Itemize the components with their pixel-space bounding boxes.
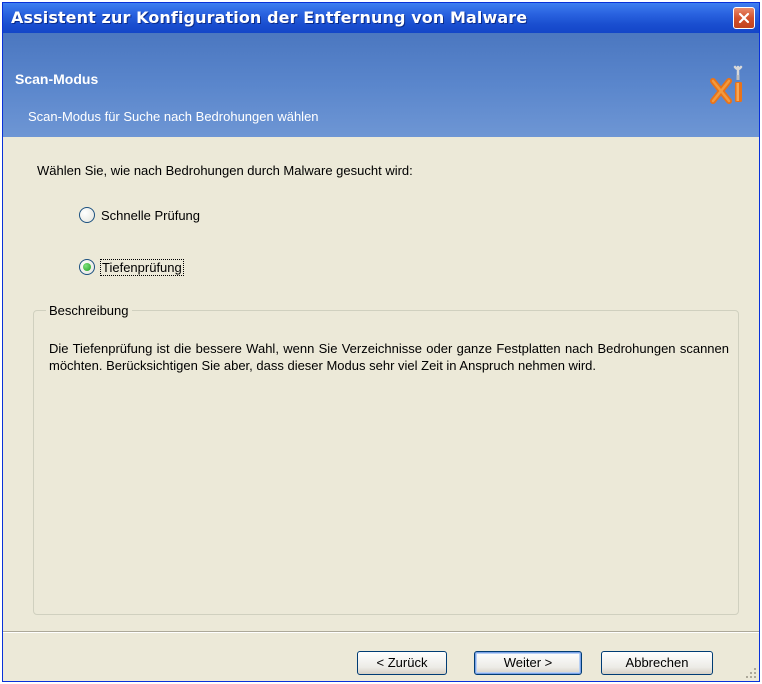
close-icon [738,12,750,24]
back-button[interactable]: < Zurück [357,651,447,675]
description-text: Die Tiefenprüfung ist die bessere Wahl, … [49,341,729,373]
page-subtitle: Scan-Modus für Suche nach Bedrohungen wä… [28,109,319,124]
radio-quick-scan-label: Schnelle Prüfung [101,207,201,223]
description-legend: Beschreibung [49,303,129,318]
resize-grip-icon[interactable] [745,667,757,679]
cancel-button[interactable]: Abbrechen [601,651,713,675]
title-bar[interactable]: Assistent zur Konfiguration der Entfernu… [3,3,759,33]
next-button[interactable]: Weiter > [474,651,582,675]
radio-quick-scan[interactable]: Schnelle Prüfung [79,204,200,226]
wizard-header: Scan-Modus Scan-Modus für Suche nach Bed… [3,33,759,137]
radio-deep-scan-label: Tiefenprüfung [100,258,184,276]
xi-logo-icon [710,65,743,104]
radio-deep-scan[interactable]: Tiefenprüfung [79,256,184,278]
window-title: Assistent zur Konfiguration der Entfernu… [11,8,528,27]
intro-text: Wählen Sie, wie nach Bedrohungen durch M… [37,163,413,178]
page-title: Scan-Modus [15,71,99,87]
radio-button-checked[interactable] [79,259,95,275]
description-groupbox: Beschreibung Die Tiefenprüfung ist die b… [33,303,739,615]
radio-button-unchecked[interactable] [79,207,95,223]
close-button[interactable] [733,7,755,29]
wizard-window: Assistent zur Konfiguration der Entfernu… [2,2,760,682]
footer-separator [3,631,759,633]
